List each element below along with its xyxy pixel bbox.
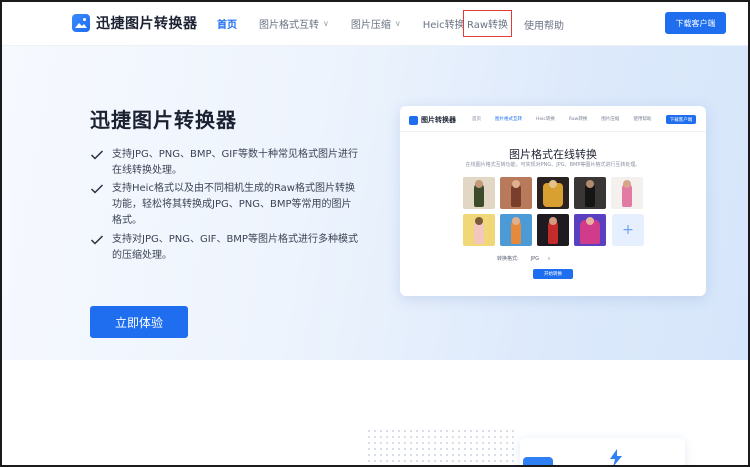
feature-text: 支持对JPG、PNG、GIF、BMP等图片格式进行多种模式的压缩处理。 — [112, 234, 358, 261]
dot-pattern — [366, 428, 516, 467]
preview-format-value: JPG — [530, 255, 540, 262]
check-icon — [90, 184, 104, 194]
preview-menu-item: 首页 — [472, 117, 481, 122]
feature-text: 支持JPG、PNG、BMP、GIF等数十种常见格式图片进行在线转换处理。 — [112, 149, 358, 176]
hero-title: 迅捷图片转换器 — [90, 108, 237, 132]
brand-name: 迅捷图片转换器 — [96, 16, 198, 32]
photo-thumbnail — [500, 177, 532, 209]
photo-thumbnail — [574, 214, 606, 246]
preview-brand: 图片转换器 — [421, 116, 456, 124]
feature-item: 支持对JPG、PNG、GIF、BMP等图片格式进行多种模式的压缩处理。 — [90, 232, 358, 264]
chevron-down-icon: ∨ — [394, 18, 401, 28]
photo-thumbnail — [463, 214, 495, 246]
preview-subtitle: 在线图片格式互转功能，可实现对PNG、JPG、BMP等图片格式进行互转处理。 — [465, 162, 641, 168]
feature-item: 支持JPG、PNG、BMP、GIF等数十种常见格式图片进行在线转换处理。 — [90, 147, 358, 179]
check-icon — [90, 235, 104, 245]
main-menu: 首页 图片格式互转 ∨ 图片压缩 ∨ Heic转换 — [217, 0, 487, 46]
brand-logo[interactable]: 迅捷图片转换器 — [72, 13, 198, 33]
photo-thumbnail — [463, 177, 495, 209]
nav-heic[interactable]: Heic转换 — [423, 16, 465, 31]
preview-menu-item: Heic转换 — [536, 117, 555, 122]
image-logo-icon — [72, 14, 90, 32]
lightning-icon — [610, 449, 622, 467]
preview-logo: 图片转换器 — [409, 115, 456, 125]
preview-menu-item: 图片格式互转 — [495, 117, 522, 122]
nav-home-label: 首页 — [217, 19, 237, 31]
preview-menu-item: Raw转换 — [568, 117, 588, 122]
add-image-tile: + — [612, 214, 644, 246]
nav-format-convert[interactable]: 图片格式互转 ∨ — [259, 16, 329, 31]
nav-compress-label: 图片压缩 — [350, 19, 391, 31]
photo-thumbnail — [537, 177, 569, 209]
top-nav: 迅捷图片转换器 首页 图片格式互转 ∨ 图片压缩 ∨ Heic转换 Raw转换 … — [0, 0, 750, 46]
photo-thumbnail — [574, 177, 606, 209]
blue-icon-partial — [523, 457, 553, 467]
nav-help[interactable]: 使用帮助 — [524, 17, 564, 32]
preview-download-button: 下载客户端 — [666, 115, 696, 124]
chevron-down-icon: ∨ — [323, 18, 329, 28]
image-logo-icon — [409, 115, 418, 125]
preview-format-label: 转换格式: — [497, 256, 519, 262]
photo-thumbnail — [611, 177, 643, 209]
nav-compress[interactable]: 图片压缩 ∨ — [351, 16, 401, 31]
download-client-button[interactable]: 下载客户端 — [665, 12, 726, 34]
feature-item: 支持Heic格式以及由不同相机生成的Raw格式图片转换功能，轻松将其转换成JPG… — [90, 181, 358, 229]
nav-format-convert-label: 图片格式互转 — [259, 19, 319, 31]
preview-format-row: 转换格式: JPG ∨ — [497, 255, 551, 263]
feature-text: 支持Heic格式以及由不同相机生成的Raw格式图片转换功能，轻松将其转换成JPG… — [112, 183, 355, 226]
nav-raw-label: Raw转换 — [466, 20, 509, 31]
preview-nav: 图片转换器 首页 图片格式互转 Heic转换 Raw转换 图片压缩 使用帮助 下… — [400, 106, 706, 132]
photo-thumbnail — [500, 214, 532, 246]
chevron-down-icon: ∨ — [547, 255, 551, 262]
check-icon — [90, 150, 104, 160]
nav-heic-label: Heic转换 — [422, 19, 465, 31]
try-now-button[interactable]: 立即体验 — [90, 306, 188, 338]
nav-home[interactable]: 首页 — [217, 16, 237, 31]
nav-raw-highlighted[interactable]: Raw转换 — [463, 10, 512, 37]
preview-menu-item: 图片压缩 — [601, 117, 620, 122]
preview-menu: 首页 图片格式互转 Heic转换 Raw转换 图片压缩 使用帮助 — [472, 116, 665, 122]
preview-menu-item: 使用帮助 — [633, 117, 652, 122]
preview-convert-button: 开始转换 — [533, 269, 573, 279]
preview-title: 图片格式在线转换 — [509, 148, 597, 161]
photo-thumbnail — [537, 214, 569, 246]
